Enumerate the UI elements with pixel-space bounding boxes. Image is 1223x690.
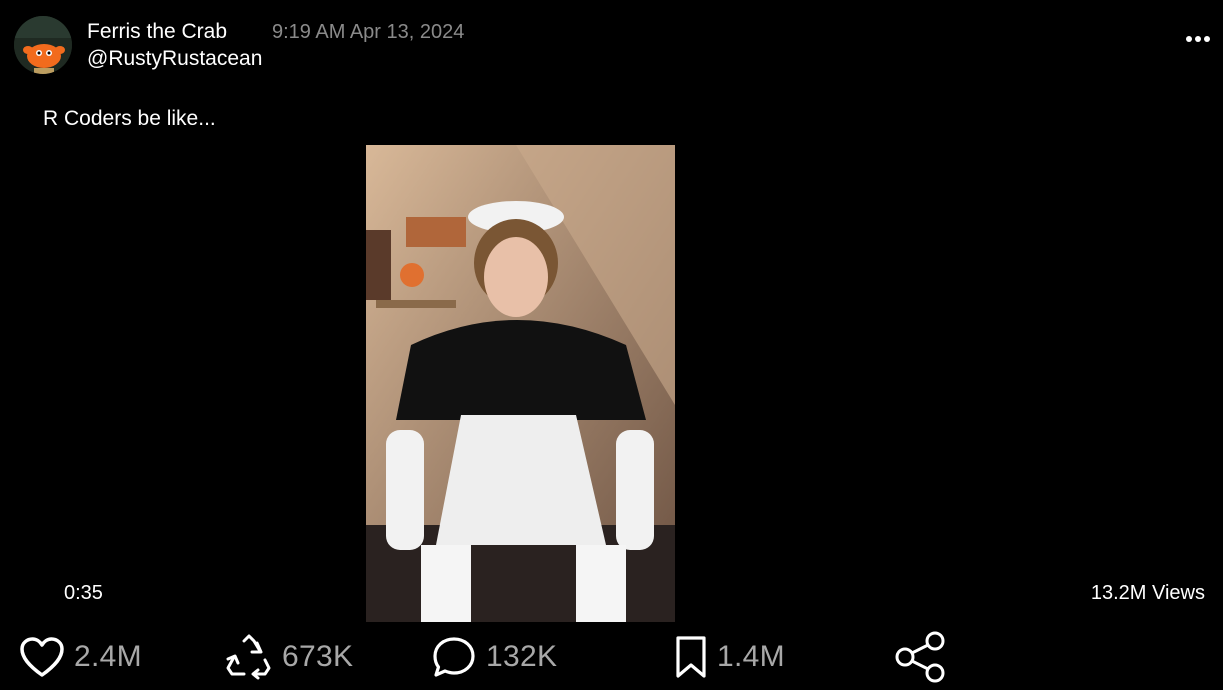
heart-icon xyxy=(18,635,66,679)
bookmark-count: 1.4M xyxy=(717,640,785,673)
post-timestamp[interactable]: 9:19 AM Apr 13, 2024 xyxy=(272,21,464,44)
avatar[interactable] xyxy=(14,16,72,74)
post-text: R Coders be like... xyxy=(43,107,216,130)
share-icon xyxy=(893,631,949,683)
video-player[interactable]: 0:35 13.2M Views xyxy=(0,140,1223,622)
more-options-button[interactable] xyxy=(1183,26,1213,52)
bookmark-button[interactable]: 1.4M xyxy=(673,632,785,682)
like-count: 2.4M xyxy=(74,640,142,673)
ferris-crab-avatar-icon xyxy=(14,16,72,74)
author-display-name[interactable]: Ferris the Crab xyxy=(87,20,227,44)
repost-button[interactable]: 673K xyxy=(224,632,353,682)
video-thumbnail[interactable] xyxy=(366,145,675,622)
bookmark-icon xyxy=(673,634,709,680)
ellipsis-icon xyxy=(1186,36,1210,42)
recycle-repost-icon xyxy=(224,633,274,681)
author-handle[interactable]: @RustyRustacean xyxy=(87,47,262,71)
action-bar: 2.4M 673K 132K 1.4M xyxy=(0,630,1223,690)
share-button[interactable] xyxy=(893,631,949,683)
video-duration: 0:35 xyxy=(64,582,103,604)
video-frame-image xyxy=(366,145,675,622)
like-button[interactable]: 2.4M xyxy=(18,632,142,682)
reply-count: 132K xyxy=(486,640,558,673)
repost-count: 673K xyxy=(282,640,354,673)
video-views: 13.2M Views xyxy=(1090,582,1205,604)
reply-button[interactable]: 132K xyxy=(430,632,557,682)
speech-bubble-icon xyxy=(430,634,478,680)
